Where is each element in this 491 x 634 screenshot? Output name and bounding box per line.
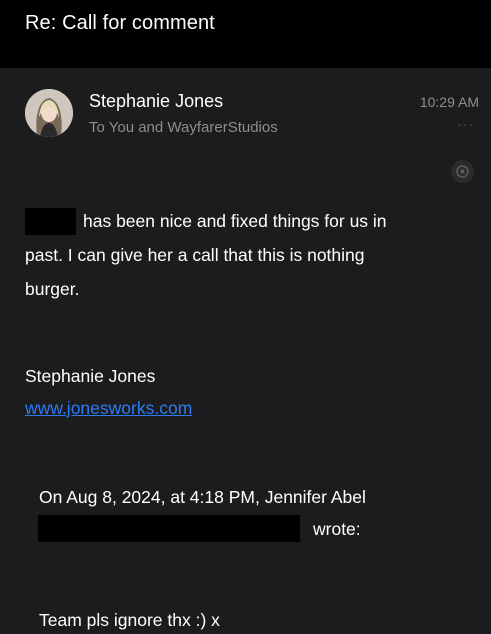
body-line-1: has been nice and fixed things for us in [83, 211, 387, 231]
redacted-email-block [38, 515, 300, 542]
reply-arrow-icon [456, 165, 469, 178]
sender-name[interactable]: Stephanie Jones [89, 91, 223, 112]
signature-name: Stephanie Jones [25, 366, 156, 386]
more-options-icon[interactable]: ··· [457, 116, 474, 132]
body-line-2: past. I can give her a call that this is… [25, 245, 365, 265]
signature-website-link[interactable]: www.jonesworks.com [25, 398, 192, 419]
sender-avatar[interactable] [25, 89, 73, 137]
avatar-photo-icon [25, 89, 73, 137]
message-time: 10:29 AM [419, 94, 479, 110]
reply-icon[interactable] [451, 160, 474, 183]
quote-intro: On Aug 8, 2024, at 4:18 PM, Jennifer Abe… [39, 487, 366, 507]
redacted-name-block [25, 208, 76, 235]
quote-wrote: wrote: [313, 519, 361, 539]
mail-header: Re: Call for comment [0, 0, 491, 68]
email-subject: Re: Call for comment [25, 12, 215, 34]
quoted-message: Team pls ignore thx :) x [39, 610, 220, 630]
body-line-3: burger. [25, 279, 80, 299]
recipients-line[interactable]: To You and WayfarerStudios [89, 119, 278, 136]
email-message: Stephanie Jones To You and WayfarerStudi… [0, 68, 491, 634]
